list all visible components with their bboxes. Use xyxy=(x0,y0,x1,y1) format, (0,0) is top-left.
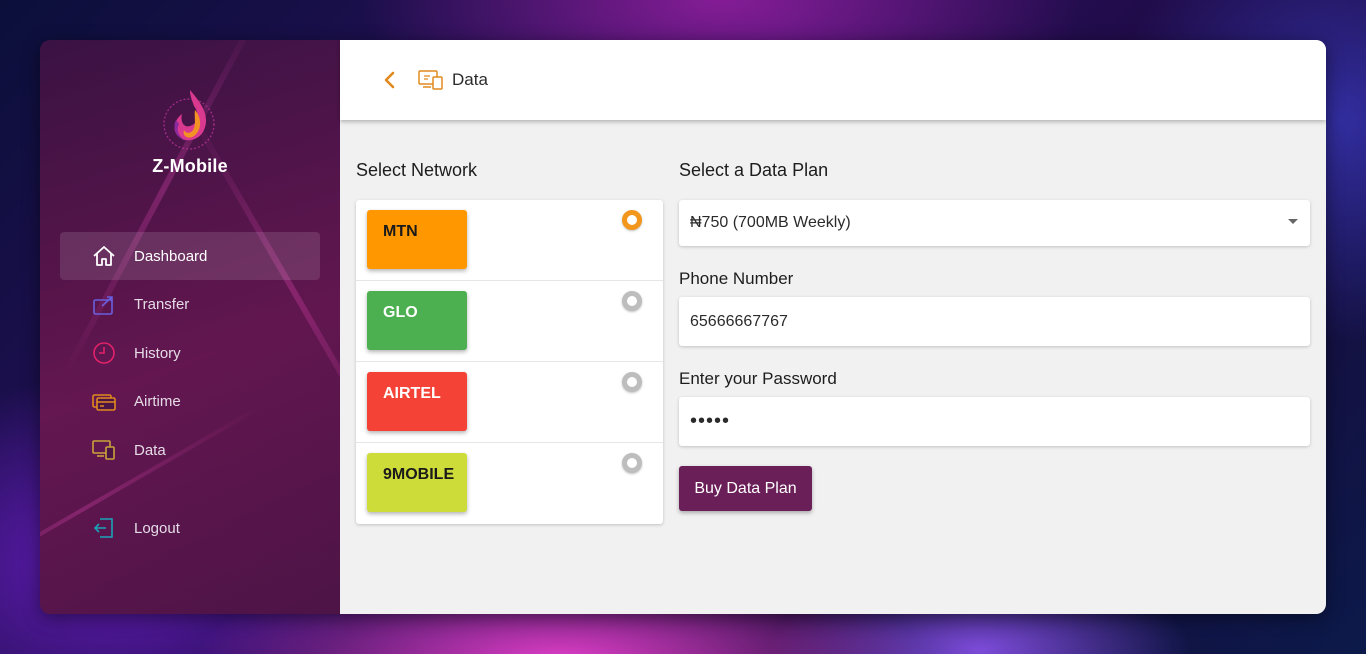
page-title: Data xyxy=(452,70,488,89)
back-button[interactable] xyxy=(382,68,402,92)
logout-icon xyxy=(92,516,116,540)
network-option-airtel[interactable]: AIRTEL xyxy=(356,362,663,443)
network-tile: AIRTEL xyxy=(367,372,467,431)
page-header: Data xyxy=(340,40,1326,120)
network-radio[interactable] xyxy=(622,372,642,392)
devices-icon xyxy=(92,438,116,462)
network-radio[interactable] xyxy=(622,291,642,311)
sidebar-item-history[interactable]: History xyxy=(60,329,320,377)
chevron-down-icon xyxy=(1288,219,1298,224)
logout-label: Logout xyxy=(134,519,180,537)
buy-data-plan-button[interactable]: Buy Data Plan xyxy=(679,466,812,511)
data-plan-select[interactable]: ₦750 (700MB Weekly) xyxy=(679,200,1310,246)
phone-number-label: Phone Number xyxy=(679,269,794,288)
network-option-9mobile[interactable]: 9MOBILE xyxy=(356,443,663,524)
password-label: Enter your Password xyxy=(679,369,837,388)
app-window: Z-Mobile Dashboard Transfer History Airt… xyxy=(40,40,1326,614)
sidebar-item-label: Airtime xyxy=(134,393,181,410)
network-list: MTN GLO AIRTEL 9MOBILE xyxy=(356,200,663,524)
data-plan-value: ₦750 (700MB Weekly) xyxy=(690,214,851,231)
home-icon xyxy=(92,244,116,268)
network-option-glo[interactable]: GLO xyxy=(356,281,663,362)
sidebar-item-airtime[interactable]: Airtime xyxy=(60,378,320,426)
transfer-icon xyxy=(92,293,116,317)
logout-button[interactable]: Logout xyxy=(60,504,320,552)
brand-logo: Z-Mobile xyxy=(40,86,340,177)
sidebar-item-transfer[interactable]: Transfer xyxy=(60,281,320,329)
network-tile: 9MOBILE xyxy=(367,453,467,512)
data-plan-label: Select a Data Plan xyxy=(679,160,829,180)
network-radio[interactable] xyxy=(622,210,642,230)
card-icon xyxy=(92,390,116,414)
sidebar-nav: Dashboard Transfer History Airtime Data … xyxy=(60,232,320,553)
main-content: Data Select Network MTN GLO AIRTEL 9MOBI… xyxy=(340,40,1326,614)
sidebar-item-label: Transfer xyxy=(134,296,190,313)
flame-logo-icon xyxy=(163,90,215,150)
network-tile: MTN xyxy=(367,210,467,269)
chevron-left-icon xyxy=(384,71,395,89)
sidebar-item-label: History xyxy=(134,344,181,362)
brand-name: Z-Mobile xyxy=(152,156,228,176)
sidebar-item-data[interactable]: Data xyxy=(60,426,320,474)
phone-number-input[interactable] xyxy=(679,297,1310,346)
sidebar-item-label: Dashboard xyxy=(134,247,208,265)
sidebar: Z-Mobile Dashboard Transfer History Airt… xyxy=(40,40,340,614)
network-radio[interactable] xyxy=(622,453,642,473)
select-network-title: Select Network xyxy=(356,160,478,180)
network-option-mtn[interactable]: MTN xyxy=(356,200,663,281)
sidebar-item-label: Data xyxy=(134,441,166,459)
password-input[interactable] xyxy=(679,397,1310,446)
network-tile: GLO xyxy=(367,291,467,350)
clock-icon xyxy=(92,341,116,365)
devices-icon xyxy=(418,68,444,92)
sidebar-item-dashboard[interactable]: Dashboard xyxy=(60,232,320,280)
